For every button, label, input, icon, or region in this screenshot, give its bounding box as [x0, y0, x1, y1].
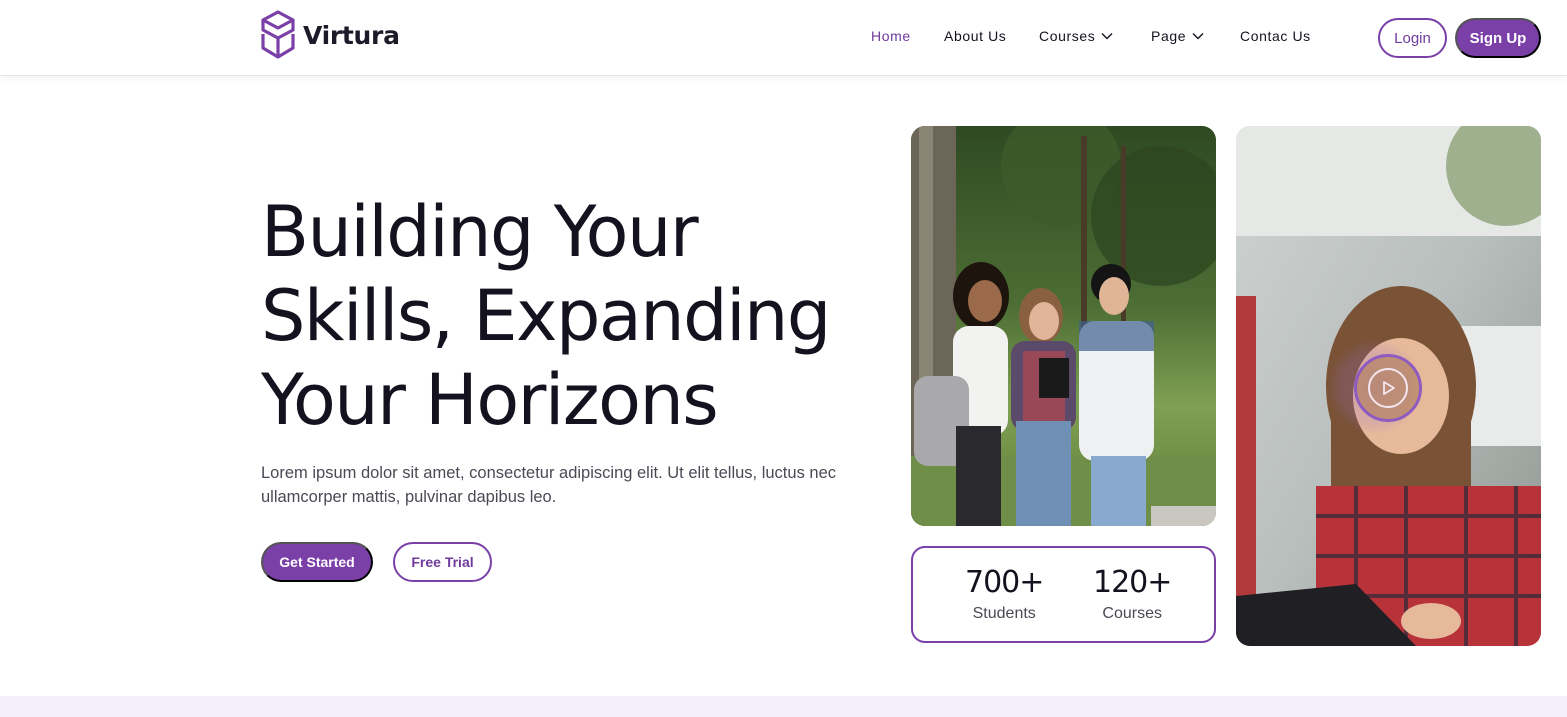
- hero-title-line-3: Your Horizons: [261, 359, 719, 441]
- stat-courses-value: 120+: [1093, 565, 1172, 600]
- students-photo-image: [911, 126, 1216, 526]
- hero-title: Building Your Skills, Expanding Your Hor…: [261, 190, 881, 442]
- chevron-down-icon: [1101, 33, 1113, 40]
- next-section-band: [0, 696, 1567, 717]
- nav-page-label: Page: [1151, 28, 1187, 44]
- hero-description: Lorem ipsum dolor sit amet, consectetur …: [261, 464, 837, 506]
- nav-contact-us-label: Contac Us: [1240, 28, 1311, 44]
- cube-logo-icon: [261, 10, 295, 59]
- get-started-button[interactable]: Get Started: [261, 542, 373, 582]
- brand-logo[interactable]: Virtura: [259, 10, 400, 60]
- play-video-button[interactable]: [1354, 354, 1422, 422]
- nav-courses-label: Courses: [1039, 28, 1096, 44]
- play-inner-ring: [1368, 368, 1408, 408]
- login-button[interactable]: Login: [1378, 18, 1447, 58]
- chevron-down-icon: [1192, 33, 1204, 40]
- stat-students: 700+ Students: [965, 564, 1044, 626]
- nav-courses[interactable]: Courses: [1039, 28, 1113, 44]
- play-icon: [1383, 381, 1395, 395]
- hero-title-line-1: Building Your: [261, 191, 699, 273]
- stat-courses-label: Courses: [1102, 605, 1162, 622]
- site-header: Virtura Home About Us Courses Page Conta…: [0, 0, 1567, 76]
- stat-courses: 120+ Courses: [1093, 564, 1172, 626]
- nav-home[interactable]: Home: [871, 28, 911, 44]
- nav-home-label: Home: [871, 28, 911, 44]
- free-trial-button[interactable]: Free Trial: [393, 542, 492, 582]
- students-photo: [911, 126, 1216, 526]
- brand-name: Virtura: [303, 20, 400, 50]
- signup-button[interactable]: Sign Up: [1455, 18, 1541, 58]
- stat-students-label: Students: [972, 605, 1036, 622]
- stats-card: 700+ Students 120+ Courses: [911, 546, 1216, 643]
- nav-page[interactable]: Page: [1151, 28, 1204, 44]
- nav-about-us-label: About Us: [944, 28, 1007, 44]
- stat-students-value: 700+: [965, 565, 1044, 600]
- hero-title-line-2: Skills, Expanding: [261, 275, 831, 357]
- nav-about-us[interactable]: About Us: [944, 28, 1006, 44]
- nav-contact-us[interactable]: Contac Us: [1240, 28, 1311, 44]
